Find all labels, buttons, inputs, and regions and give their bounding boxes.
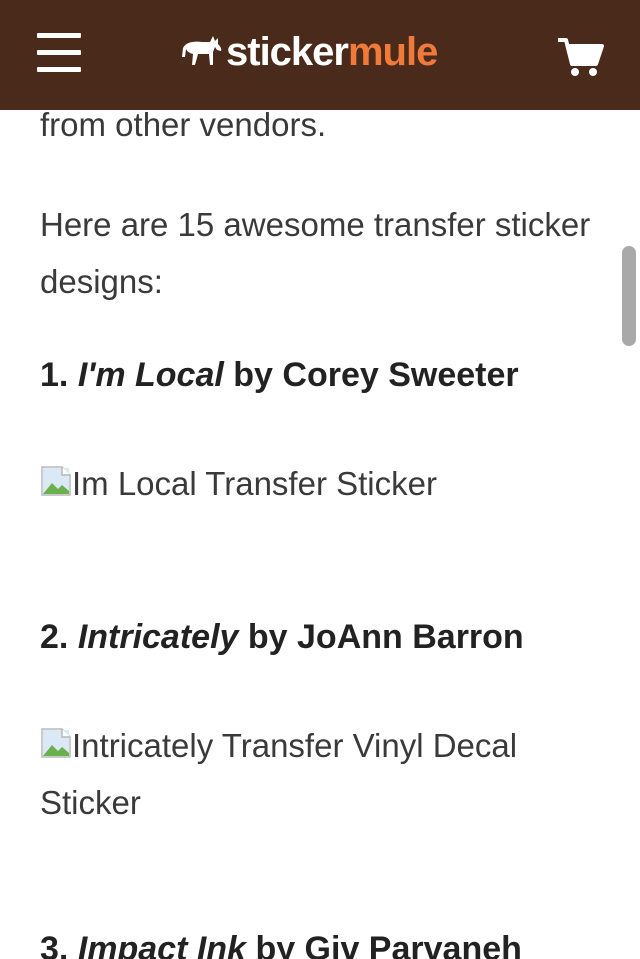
item-author: by Corey Sweeter (233, 356, 519, 394)
logo-text-mule: mule (347, 29, 438, 74)
image-alt-text: Im Local Transfer Sticker (72, 465, 437, 502)
item-image-2: Intricately Transfer Vinyl Decal Sticker (40, 717, 600, 831)
item-heading-3: 3. Impact Ink by Giv Parvaneh (40, 930, 522, 959)
page: from other vendors. Here are 15 awesome … (0, 0, 640, 959)
scrollbar-thumb[interactable] (622, 246, 636, 346)
item-title: Intricately (77, 618, 239, 656)
mule-logo-icon (182, 36, 222, 65)
item-title: I'm Local (77, 356, 224, 394)
site-header: sticker mule (0, 0, 640, 110)
item-image-1: Im Local Transfer Sticker (40, 455, 600, 512)
item-author: by Giv Parvaneh (255, 930, 522, 959)
item-author: by JoAnn Barron (247, 618, 524, 656)
item-title: Impact Ink (77, 930, 246, 959)
stickermule-logo[interactable]: sticker mule (180, 28, 438, 76)
item-heading-2: 2. Intricately by JoAnn Barron (40, 618, 524, 657)
logo-text-sticker: sticker (226, 29, 349, 74)
paragraph-intro: Here are 15 awesome transfer sticker des… (40, 206, 591, 300)
item-number: 2. (40, 618, 69, 656)
hamburger-menu-icon[interactable] (37, 33, 81, 73)
shopping-cart-icon[interactable] (556, 36, 604, 78)
item-number: 1. (40, 356, 69, 394)
broken-image-icon (40, 719, 72, 758)
broken-image-icon (40, 457, 72, 496)
item-heading-1: 1. I'm Local by Corey Sweeter (40, 356, 519, 395)
item-number: 3. (40, 930, 69, 959)
image-alt-text: Intricately Transfer Vinyl Decal Sticker (40, 727, 518, 821)
